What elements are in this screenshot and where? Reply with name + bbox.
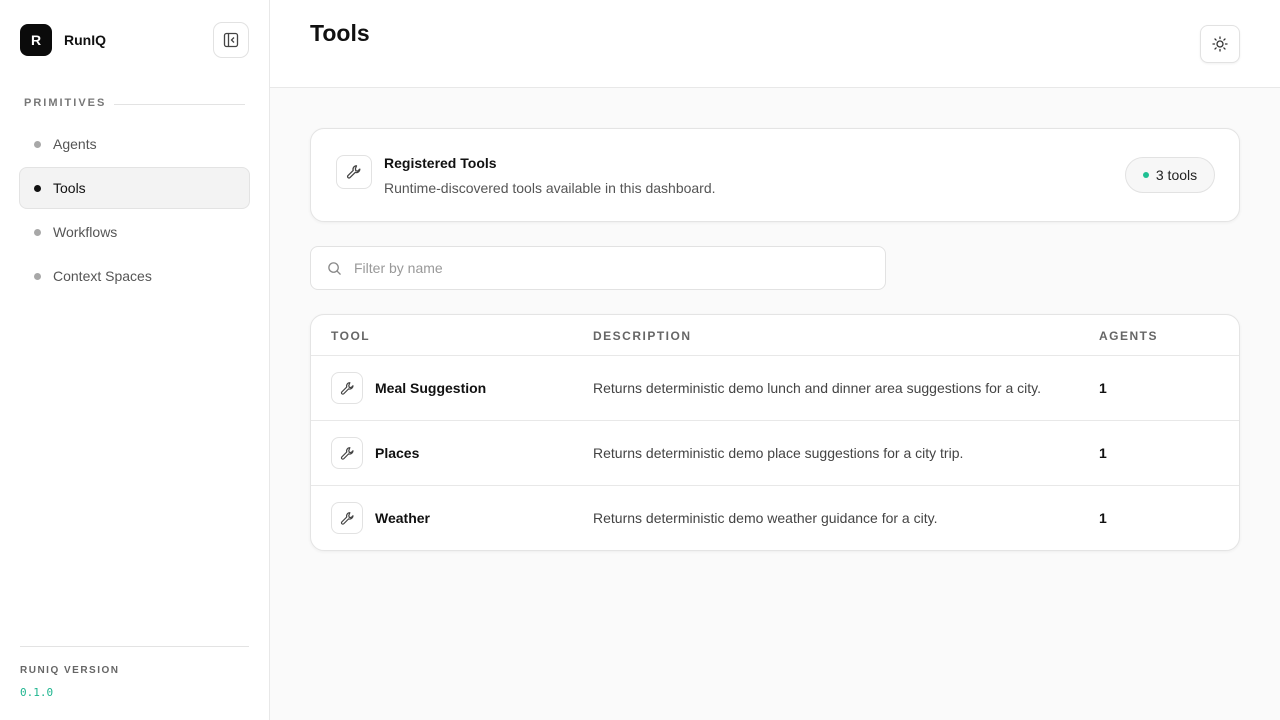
sidebar-item-tools[interactable]: Tools bbox=[19, 167, 250, 209]
sidebar-collapse-button[interactable] bbox=[213, 22, 249, 58]
nav-dot-icon bbox=[34, 140, 41, 148]
tool-name[interactable]: Weather bbox=[375, 510, 430, 526]
nav-dot-icon bbox=[34, 184, 41, 192]
wrench-icon bbox=[346, 165, 361, 179]
summary-title: Registered Tools bbox=[384, 155, 497, 171]
tool-name[interactable]: Meal Suggestion bbox=[375, 380, 486, 396]
tool-agents-count: 1 bbox=[1099, 445, 1107, 461]
column-header-description[interactable]: DESCRIPTION bbox=[593, 329, 692, 343]
section-divider bbox=[114, 104, 245, 105]
footer-divider bbox=[20, 646, 249, 647]
filter-input[interactable] bbox=[354, 260, 854, 276]
column-header-tool[interactable]: TOOL bbox=[331, 329, 370, 343]
wrench-icon bbox=[340, 511, 354, 525]
filter-search[interactable] bbox=[310, 246, 886, 290]
search-icon bbox=[328, 261, 341, 275]
page-header: Tools bbox=[270, 0, 1280, 88]
tools-count-badge: 3 tools bbox=[1125, 157, 1215, 193]
sidebar-item-agents[interactable]: Agents bbox=[19, 123, 250, 165]
table-row-weather[interactable]: Weather Returns deterministic demo weath… bbox=[311, 486, 1239, 550]
sidebar-item-context-spaces[interactable]: Context Spaces bbox=[19, 255, 250, 297]
tool-icon-box bbox=[331, 437, 363, 469]
nav-dot-icon bbox=[34, 272, 41, 280]
summary-subtitle: Runtime-discovered tools available in th… bbox=[384, 180, 716, 196]
brand-name: RunIQ bbox=[64, 32, 106, 48]
tool-description: Returns deterministic demo weather guida… bbox=[593, 510, 938, 526]
tool-agents-count: 1 bbox=[1099, 380, 1107, 396]
wrench-icon bbox=[340, 381, 354, 395]
status-dot-icon bbox=[1142, 172, 1149, 178]
sidebar-item-label: Agents bbox=[53, 136, 97, 152]
column-header-agents[interactable]: AGENTS bbox=[1099, 329, 1158, 343]
wrench-icon bbox=[340, 446, 354, 460]
sidebar: R RunIQ PRIMITIVES Agents Tools Workflow… bbox=[0, 0, 270, 720]
summary-icon-box bbox=[336, 155, 372, 189]
table-row-places[interactable]: Places Returns deterministic demo place … bbox=[311, 421, 1239, 486]
sidebar-collapse-icon bbox=[223, 32, 239, 48]
tool-icon-box bbox=[331, 502, 363, 534]
sidebar-nav: Agents Tools Workflows Context Spaces bbox=[19, 123, 250, 299]
tool-agents-count: 1 bbox=[1099, 510, 1107, 526]
sun-icon bbox=[1212, 36, 1228, 52]
table-header: TOOL DESCRIPTION AGENTS bbox=[311, 315, 1239, 356]
brand[interactable]: R RunIQ bbox=[20, 24, 106, 56]
registered-tools-card: Registered Tools Runtime-discovered tool… bbox=[310, 128, 1240, 222]
theme-toggle-button[interactable] bbox=[1200, 25, 1240, 63]
tool-icon-box bbox=[331, 372, 363, 404]
sidebar-item-workflows[interactable]: Workflows bbox=[19, 211, 250, 253]
tool-description: Returns deterministic demo lunch and din… bbox=[593, 380, 1041, 396]
table-row-meal-suggestion[interactable]: Meal Suggestion Returns deterministic de… bbox=[311, 356, 1239, 421]
tool-name[interactable]: Places bbox=[375, 445, 419, 461]
sidebar-item-label: Workflows bbox=[53, 224, 118, 240]
version-label: RUNIQ VERSION bbox=[20, 665, 120, 676]
version-value: 0.1.0 bbox=[20, 686, 54, 699]
page-title: Tools bbox=[310, 20, 370, 46]
nav-dot-icon bbox=[34, 228, 41, 236]
sidebar-item-label: Tools bbox=[53, 180, 86, 196]
sidebar-item-label: Context Spaces bbox=[53, 268, 152, 284]
tools-count-label: 3 tools bbox=[1155, 167, 1198, 183]
section-label-primitives: PRIMITIVES bbox=[24, 97, 107, 109]
tool-description: Returns deterministic demo place suggest… bbox=[593, 445, 964, 461]
tools-table: TOOL DESCRIPTION AGENTS Meal Suggestion … bbox=[310, 314, 1240, 551]
brand-logo: R bbox=[20, 24, 52, 56]
